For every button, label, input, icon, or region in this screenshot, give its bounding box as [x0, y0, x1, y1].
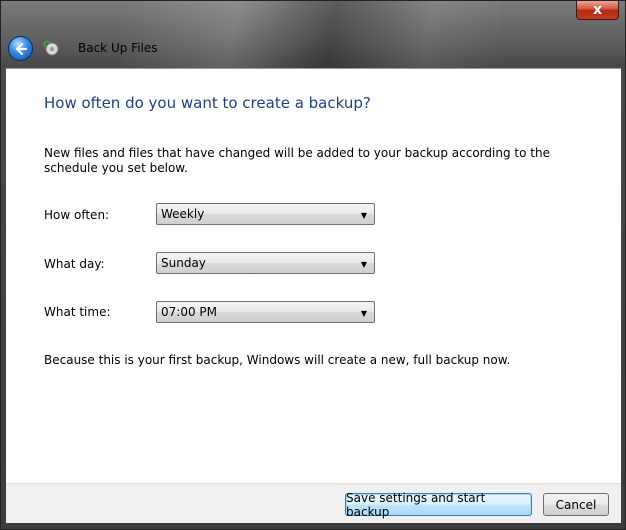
close-button[interactable]: x [576, 1, 619, 20]
what-time-value: 07:00 PM [161, 305, 217, 319]
window-title: Back Up Files [78, 41, 158, 55]
chevron-down-icon: ▼ [360, 210, 368, 220]
what-day-label: What day: [44, 257, 105, 271]
what-day-value: Sunday [161, 256, 206, 270]
how-often-label: How often: [44, 208, 110, 222]
what-time-select[interactable]: 07:00 PM ▼ [156, 301, 375, 323]
close-icon[interactable]: x [593, 2, 602, 18]
back-button[interactable] [8, 36, 33, 61]
back-arrow-icon [15, 42, 27, 55]
window-frame: x Back Up Files How often do you want to… [0, 0, 626, 530]
page-title: How often do you want to create a backup… [44, 94, 371, 112]
navigation-bar: Back Up Files [1, 29, 625, 67]
main-content: How often do you want to create a backup… [6, 68, 621, 483]
cancel-button[interactable]: Cancel [543, 493, 609, 516]
dialog-footer: Save settings and start backup Cancel [6, 483, 621, 523]
how-often-value: Weekly [161, 207, 205, 221]
backup-icon [43, 40, 59, 56]
chevron-down-icon: ▼ [360, 259, 368, 269]
save-and-start-button[interactable]: Save settings and start backup [345, 491, 532, 519]
how-often-select[interactable]: Weekly ▼ [156, 203, 375, 225]
chevron-down-icon: ▼ [360, 308, 368, 318]
what-time-label: What time: [44, 305, 111, 319]
what-day-select[interactable]: Sunday ▼ [156, 252, 375, 274]
first-backup-note: Because this is your first backup, Windo… [44, 353, 511, 367]
page-description: New files and files that have changed wi… [44, 146, 550, 175]
